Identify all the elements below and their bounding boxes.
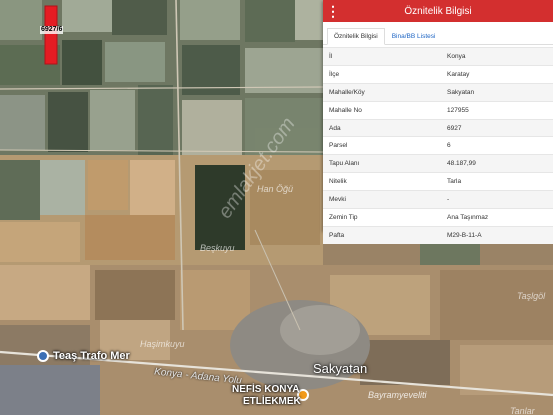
place-han-ogu: Han Öğü xyxy=(257,184,294,194)
attribute-table: İl Konya İlçe Karatay Mahalle/Köy Sakyatan … xyxy=(323,47,553,244)
row-key: Ada xyxy=(323,118,443,137)
row-key: Nitelik xyxy=(323,172,443,191)
panel-title: Öznitelik Bilgisi xyxy=(404,5,472,17)
row-value: Sakyatan xyxy=(443,82,553,102)
place-sakyatan[interactable]: Sakyatan xyxy=(313,361,367,376)
transformer-poi-icon[interactable] xyxy=(37,350,49,362)
place-tanlar: Tanlar xyxy=(510,406,535,415)
table-row: Nitelik Tarla xyxy=(323,172,553,191)
table-row: Mahalle/Köy Sakyatan xyxy=(323,82,553,102)
table-row: Mahalle No 127955 xyxy=(323,100,553,120)
panel-header: ⋮ Öznitelik Bilgisi xyxy=(323,0,553,22)
row-value: Konya xyxy=(443,47,553,66)
row-value: Ana Taşınmaz xyxy=(443,208,553,227)
place-beskuyu: Beşkuyu xyxy=(200,243,235,253)
table-row: İl Konya xyxy=(323,47,553,66)
row-key: Parsel xyxy=(323,136,443,155)
place-hasimkuyu: Haşimkuyu xyxy=(140,339,185,349)
row-key: İlçe xyxy=(323,64,443,84)
tab-building-list[interactable]: Bina/BB Listesi xyxy=(385,28,443,45)
poi-nefis-line1[interactable]: NEFİS KONYA xyxy=(232,384,299,395)
place-taslgol: Taşlgöl xyxy=(517,291,546,301)
row-value: 48.187,99 xyxy=(443,154,553,173)
parcel-label: 6927/6 xyxy=(40,26,64,34)
row-value: M29-B-11-A xyxy=(443,225,553,244)
row-key: Mahalle No xyxy=(323,100,443,120)
row-key: İl xyxy=(323,47,443,66)
row-key: Tapu Alanı xyxy=(323,154,443,173)
table-row: Tapu Alanı 48.187,99 xyxy=(323,154,553,173)
poi-nefis-line2[interactable]: ETLİEKMEK xyxy=(243,396,301,407)
table-row: Pafta M29-B-11-A xyxy=(323,225,553,244)
table-row: Parsel 6 xyxy=(323,136,553,155)
table-row: Mevki - xyxy=(323,190,553,209)
row-key: Zemin Tip xyxy=(323,208,443,227)
row-key: Pafta xyxy=(323,225,443,244)
row-key: Mevki xyxy=(323,190,443,209)
row-value: 6927 xyxy=(443,118,553,137)
row-value: 6 xyxy=(443,136,553,155)
place-bayramyeveliti: Bayramyeveliti xyxy=(368,390,427,400)
attribute-panel: ⋮ Öznitelik Bilgisi Öznitelik Bilgisi Bi… xyxy=(323,0,553,244)
table-row: Zemin Tip Ana Taşınmaz xyxy=(323,208,553,227)
row-value: Tarla xyxy=(443,172,553,191)
row-value: 127955 xyxy=(443,100,553,120)
row-value: Karatay xyxy=(443,64,553,84)
tab-attributes[interactable]: Öznitelik Bilgisi xyxy=(327,28,385,45)
row-key: Mahalle/Köy xyxy=(323,82,443,102)
table-row: İlçe Karatay xyxy=(323,64,553,84)
table-row: Ada 6927 xyxy=(323,118,553,137)
poi-teias-label[interactable]: Teaş Trafo Mer xyxy=(53,350,130,362)
panel-tabs: Öznitelik Bilgisi Bina/BB Listesi xyxy=(323,22,553,45)
row-value: - xyxy=(443,190,553,209)
